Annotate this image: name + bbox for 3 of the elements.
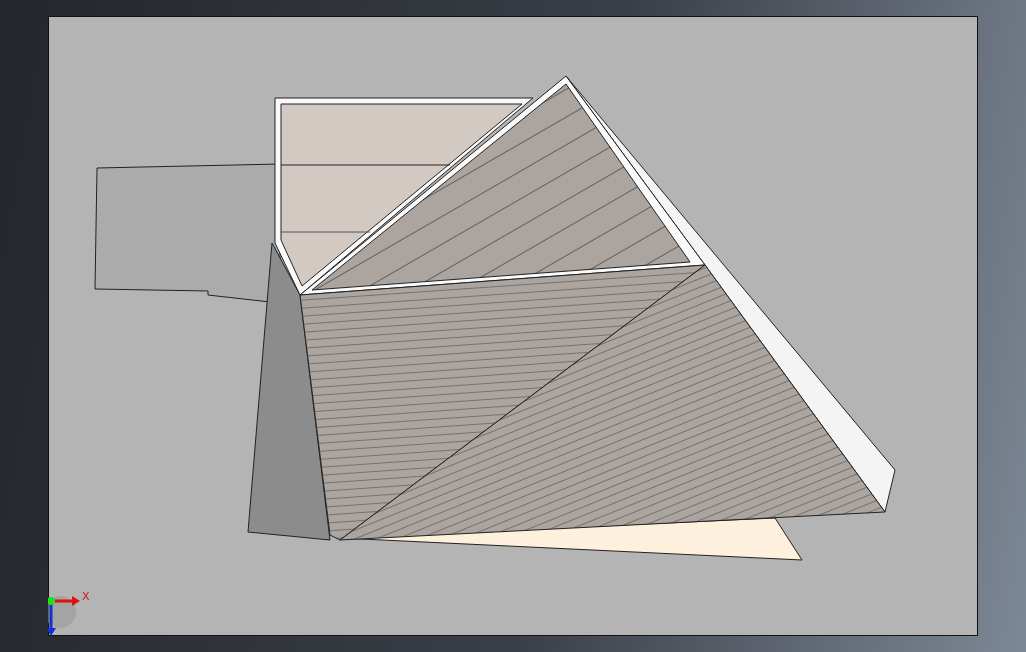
model-viewport[interactable]: X — [48, 16, 978, 636]
axis-triad-icon — [48, 596, 80, 636]
x-axis-label: X — [82, 590, 90, 603]
